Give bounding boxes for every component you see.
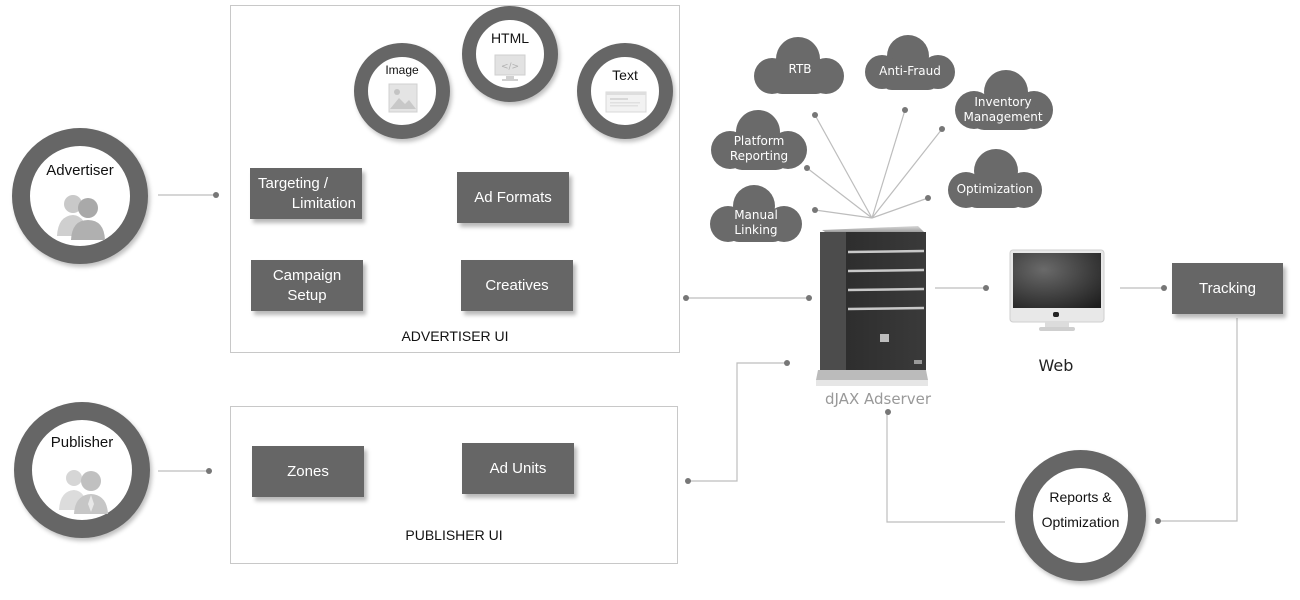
users-icon [57,195,105,240]
cloud-manual-label-2: Linking [734,223,778,237]
cloud-anti-fraud[interactable]: Anti-Fraud [860,30,960,98]
cloud-anti-fraud-label: Anti-Fraud [879,64,941,78]
code-monitor-icon: </> [494,54,526,81]
cloud-rtb-label: RTB [788,62,812,76]
wire-pub-server [688,362,786,482]
campaign-setup-box[interactable]: Campaign Setup [251,260,363,311]
creatives-label: Creatives [485,276,549,294]
tracking-box[interactable]: Tracking [1172,263,1283,314]
ad-formats-label: Ad Formats [474,188,552,206]
publisher-node[interactable]: Publisher [14,402,150,538]
adserver-label: dJAX Adserver [825,390,931,408]
advertiser-label: Advertiser [46,162,114,179]
reports-label-line2: Optimization [1041,514,1120,530]
wire-rtb [814,114,873,219]
ad-formats-box[interactable]: Ad Formats [457,172,569,223]
cloud-manual-linking[interactable]: Manual Linking [706,182,806,250]
cloud-rtb[interactable]: RTB [750,32,850,102]
image-icon [388,83,418,113]
wire-inventory [871,128,943,219]
format-image-label: Image [385,63,419,77]
reports-label-line1: Reports & [1049,489,1112,505]
web-node[interactable] [1009,249,1105,333]
cloud-platform-label-2: Reporting [729,149,789,163]
targeting-limitation-box[interactable]: Targeting / Limitation [250,168,362,219]
cloud-platform-reporting[interactable]: Platform Reporting [708,106,810,178]
cloud-optimization[interactable]: Optimization [944,146,1046,216]
publisher-ui-title: PUBLISHER UI [405,527,503,543]
reports-optimization-node[interactable]: Reports & Optimization [1015,450,1146,581]
cloud-manual-label-1: Manual [734,208,778,222]
format-image[interactable]: Image [354,43,450,139]
advertiser-ui-title: ADVERTISER UI [401,328,509,344]
format-text[interactable]: Text [577,43,673,139]
wire-antifraud [871,109,906,219]
format-text-label: Text [612,67,638,83]
desktop-monitor-icon [1009,249,1105,331]
web-label: Web [1038,356,1074,375]
campaign-label-line2: Setup [287,286,327,304]
users-icon [59,470,108,514]
cloud-inventory-label-1: Inventory [974,95,1032,109]
server-tower-icon [816,226,928,386]
targeting-label-line1: Targeting / [258,174,329,192]
svg-text:</>: </> [501,62,519,72]
wire-reports-server [886,412,1005,523]
cloud-inventory-label-2: Management [963,110,1043,124]
cloud-platform-label-1: Platform [733,134,785,148]
advertiser-node[interactable]: Advertiser [12,128,148,264]
publisher-label: Publisher [50,434,114,451]
targeting-label-line2: Limitation [291,194,356,212]
zones-label: Zones [287,462,329,480]
creatives-box[interactable]: Creatives [461,260,573,311]
text-document-icon [605,91,647,113]
format-html[interactable]: HTML </> [462,6,558,102]
zones-box[interactable]: Zones [252,446,364,497]
ad-units-box[interactable]: Ad Units [462,443,574,494]
format-html-label: HTML [490,30,530,46]
cloud-optimization-label: Optimization [956,182,1034,196]
ad-units-label: Ad Units [489,459,547,477]
campaign-label-line1: Campaign [272,266,342,284]
cloud-inventory-management[interactable]: Inventory Management [948,66,1058,138]
tracking-label: Tracking [1199,279,1256,297]
wire-tracking-reports [1158,318,1238,522]
adserver-node[interactable] [814,222,930,392]
cloud-icon [948,149,1042,208]
